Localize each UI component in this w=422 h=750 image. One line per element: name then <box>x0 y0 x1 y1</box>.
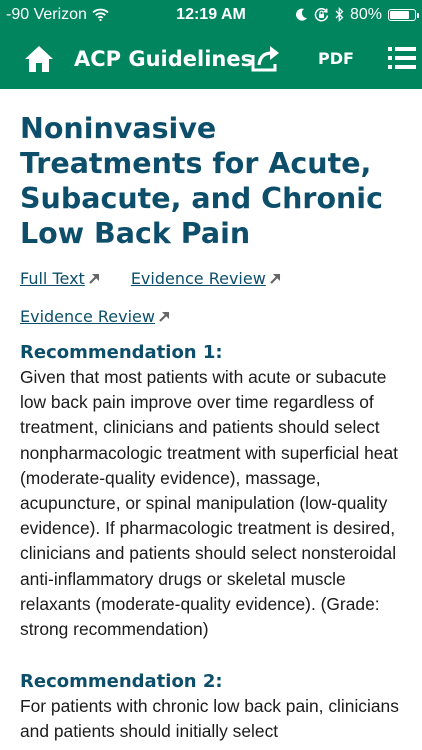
battery-icon <box>388 8 419 21</box>
external-arrow-icon <box>159 311 170 322</box>
external-arrow-icon <box>89 273 100 284</box>
app-title: ACP Guidelines <box>74 47 254 71</box>
battery-level-fill <box>390 10 409 19</box>
bluetooth-icon <box>335 7 344 22</box>
evidence-review-link-label: Evidence Review <box>20 307 155 326</box>
evidence-review-link[interactable]: Evidence Review <box>20 305 171 329</box>
menu-icon[interactable] <box>388 45 416 71</box>
external-links: Full Text Evidence Review Evidence Revie… <box>20 267 402 329</box>
app-screen: -90 Verizon 12:19 AM 80% ACP Guidelines … <box>0 0 422 750</box>
external-arrow-icon <box>270 273 281 284</box>
status-left: -90 Verizon <box>6 6 109 24</box>
status-bar: -90 Verizon 12:19 AM 80% <box>0 0 422 29</box>
nav-bar: ACP Guidelines PDF <box>0 29 422 89</box>
carrier-label: -90 Verizon <box>6 5 87 23</box>
pdf-button[interactable]: PDF <box>318 29 354 89</box>
recommendation-1-heading: Recommendation 1: <box>20 342 223 363</box>
evidence-review-link[interactable]: Evidence Review <box>131 267 282 291</box>
app-header: -90 Verizon 12:19 AM 80% ACP Guidelines … <box>0 0 422 89</box>
share-icon[interactable] <box>250 43 282 73</box>
full-text-link[interactable]: Full Text <box>20 267 101 291</box>
moon-icon <box>295 8 307 21</box>
status-right: 80% <box>295 5 419 24</box>
full-text-link-label: Full Text <box>20 269 85 288</box>
recommendation-2-text: For patients with chronic low back pain,… <box>20 696 399 750</box>
home-icon[interactable] <box>24 44 54 74</box>
rotation-lock-icon <box>314 7 329 22</box>
article-content: Noninvasive Treatments for Acute, Subacu… <box>0 89 422 750</box>
recommendation-2-heading: Recommendation 2: <box>20 671 223 693</box>
evidence-review-link-label: Evidence Review <box>130 269 266 288</box>
battery-percent: 80% <box>349 5 382 23</box>
recommendation-1-text: Given that most patients with acute or s… <box>20 367 398 640</box>
page-title: Noninvasive Treatments for Acute, Subacu… <box>20 112 383 250</box>
wifi-icon <box>92 8 109 21</box>
